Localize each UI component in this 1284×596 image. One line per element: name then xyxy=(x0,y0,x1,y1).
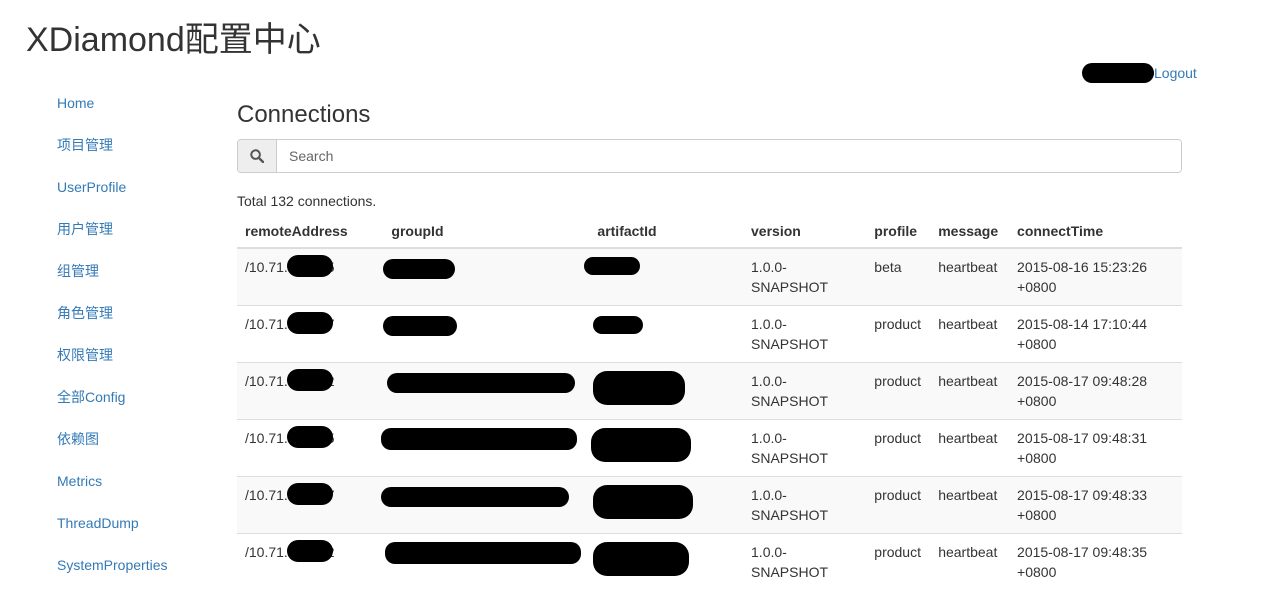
message-cell: heartbeat xyxy=(930,419,1010,477)
message-cell: heartbeat xyxy=(930,476,1010,534)
remote-address-cell: /10.71. :31875 xyxy=(237,247,384,306)
remote-address-cell: /10.71. :32527 xyxy=(237,476,384,534)
version-cell: 1.0.0-SNAPSHOT xyxy=(743,362,867,420)
column-header-profile[interactable]: profile xyxy=(866,213,931,249)
connect-time-cell: 2015-08-17 09:48:28 +0800 xyxy=(1009,362,1182,420)
message-cell: heartbeat xyxy=(930,305,1010,363)
redaction-mark xyxy=(287,540,333,562)
logout-link[interactable]: Logout xyxy=(1154,65,1197,81)
column-header-connecttime[interactable]: connectTime xyxy=(1009,213,1182,249)
connect-time-cell: 2015-08-14 17:10:44 +0800 xyxy=(1009,305,1182,363)
remote-address-cell: /10.71. :32505 xyxy=(237,419,384,477)
connect-time-cell: 2015-08-17 09:48:33 +0800 xyxy=(1009,476,1182,534)
redaction-mark xyxy=(593,371,686,405)
column-header-version[interactable]: version xyxy=(743,213,867,249)
redaction-mark xyxy=(287,312,333,334)
remote-address-cell: /10.71. :32867 xyxy=(237,305,384,363)
artifactid-cell xyxy=(589,533,744,590)
column-header-remoteaddress[interactable]: remoteAddress xyxy=(237,213,384,249)
artifactid-cell xyxy=(589,362,744,420)
redaction-mark xyxy=(287,483,333,505)
table-row: /10.71. :32532 1.0.0-SNAPSHOT product he… xyxy=(237,533,1182,590)
redaction-mark xyxy=(591,428,692,462)
profile-cell: product xyxy=(866,362,931,420)
table-row: /10.71. :31875 1.0.0-SNAPSHOT beta heart… xyxy=(237,247,1182,306)
search-icon[interactable] xyxy=(238,140,277,172)
sidebar-item-project-management[interactable]: 项目管理 xyxy=(57,134,227,176)
redaction-mark xyxy=(383,259,456,279)
column-header-groupid[interactable]: groupId xyxy=(383,213,590,249)
groupid-cell xyxy=(383,362,590,420)
connect-time-cell: 2015-08-16 15:23:26 +0800 xyxy=(1009,247,1182,306)
connect-time-cell: 2015-08-17 09:48:35 +0800 xyxy=(1009,533,1182,590)
sidebar-item-userprofile[interactable]: UserProfile xyxy=(57,176,227,218)
table-row: /10.71. :32867 1.0.0-SNAPSHOT product he… xyxy=(237,305,1182,363)
column-header-artifactid[interactable]: artifactId xyxy=(589,213,744,249)
redaction-mark xyxy=(381,487,570,507)
remote-address-cell: /10.71. :32532 xyxy=(237,533,384,590)
search-group xyxy=(237,139,1182,173)
redaction-mark xyxy=(593,542,690,576)
message-cell: heartbeat xyxy=(930,362,1010,420)
connections-table: remoteAddress groupId artifactId version… xyxy=(237,213,1182,590)
artifactid-cell xyxy=(584,247,744,306)
groupid-cell xyxy=(381,476,590,534)
table-row: /10.71. :32492 1.0.0-SNAPSHOT product he… xyxy=(237,362,1182,420)
message-cell: heartbeat xyxy=(930,533,1010,590)
redaction-mark xyxy=(383,316,458,336)
sidebar-item-dependency-graph[interactable]: 依赖图 xyxy=(57,428,227,470)
groupid-cell xyxy=(381,419,590,477)
table-header-row: remoteAddress groupId artifactId version… xyxy=(237,213,1182,249)
groupid-cell xyxy=(383,533,590,590)
app-title: XDiamond配置中心 xyxy=(26,21,321,59)
redaction-mark xyxy=(593,485,694,519)
sidebar-item-home[interactable]: Home xyxy=(57,92,227,134)
sidebar-item-group-management[interactable]: 组管理 xyxy=(57,260,227,302)
sidebar-item-threaddump[interactable]: ThreadDump xyxy=(57,512,227,554)
column-header-message[interactable]: message xyxy=(930,213,1010,249)
version-cell: 1.0.0-SNAPSHOT xyxy=(743,305,867,363)
artifactid-cell xyxy=(589,305,744,363)
profile-cell: product xyxy=(866,305,931,363)
sidebar: Home 项目管理 UserProfile 用户管理 组管理 角色管理 权限管理… xyxy=(57,92,227,596)
artifactid-cell xyxy=(589,476,744,534)
version-cell: 1.0.0-SNAPSHOT xyxy=(743,533,867,590)
profile-cell: product xyxy=(866,533,931,590)
redaction-mark xyxy=(287,426,333,448)
artifactid-cell xyxy=(589,419,744,477)
groupid-cell xyxy=(383,247,590,306)
redaction-mark xyxy=(381,428,578,450)
remote-address-cell: /10.71. :32492 xyxy=(237,362,384,420)
redaction-mark xyxy=(385,542,582,564)
table-row: /10.71. :32527 1.0.0-SNAPSHOT product he… xyxy=(237,476,1182,534)
groupid-cell xyxy=(383,305,590,363)
user-area: Logout xyxy=(1082,62,1197,84)
sidebar-item-metrics[interactable]: Metrics xyxy=(57,470,227,512)
profile-cell: product xyxy=(866,419,931,477)
page-title: Connections xyxy=(237,101,371,128)
main-content: Connections Total 132 connections. remot… xyxy=(237,100,1182,590)
table-row: /10.71. :32505 1.0.0-SNAPSHOT product he… xyxy=(237,419,1182,477)
redaction-mark xyxy=(593,316,644,334)
version-cell: 1.0.0-SNAPSHOT xyxy=(743,476,867,534)
connect-time-cell: 2015-08-17 09:48:31 +0800 xyxy=(1009,419,1182,477)
profile-cell: beta xyxy=(866,247,931,306)
message-cell: heartbeat xyxy=(930,247,1010,306)
redaction-mark xyxy=(287,369,333,391)
redaction-mark xyxy=(287,255,333,277)
redaction-mark xyxy=(584,257,641,275)
redacted-username xyxy=(1082,63,1154,83)
version-cell: 1.0.0-SNAPSHOT xyxy=(743,419,867,477)
sidebar-item-permission-management[interactable]: 权限管理 xyxy=(57,344,227,386)
search-input[interactable] xyxy=(277,140,1181,172)
sidebar-item-systemproperties[interactable]: SystemProperties xyxy=(57,554,227,596)
profile-cell: product xyxy=(866,476,931,534)
version-cell: 1.0.0-SNAPSHOT xyxy=(743,247,867,306)
sidebar-item-role-management[interactable]: 角色管理 xyxy=(57,302,227,344)
total-connections: Total 132 connections. xyxy=(237,193,377,209)
sidebar-item-all-config[interactable]: 全部Config xyxy=(57,386,227,428)
redaction-mark xyxy=(387,373,576,393)
sidebar-item-user-management[interactable]: 用户管理 xyxy=(57,218,227,260)
